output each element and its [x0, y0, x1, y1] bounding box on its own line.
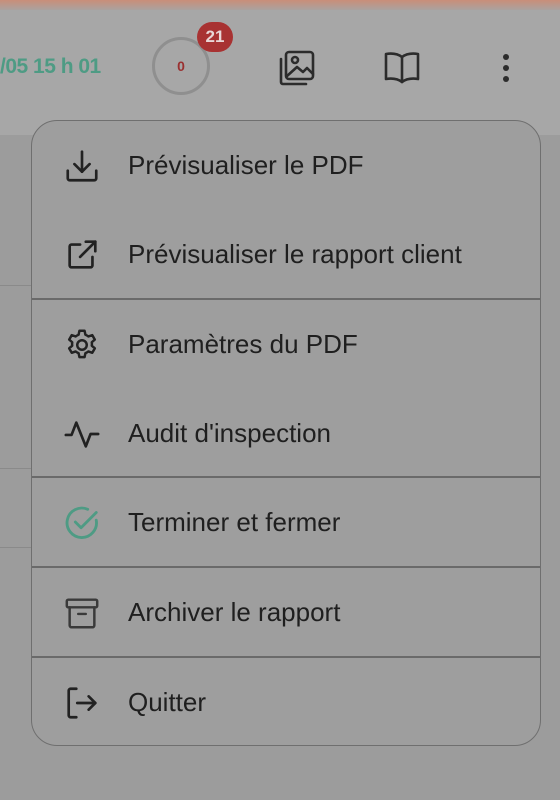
divider	[0, 547, 32, 548]
archive-icon	[62, 593, 102, 633]
progress-value: 0	[177, 58, 185, 74]
open-book-icon[interactable]	[382, 48, 422, 88]
external-link-icon	[62, 235, 102, 275]
menu-item-preview-pdf[interactable]: Prévisualiser le PDF	[32, 121, 540, 210]
gear-icon	[62, 325, 102, 365]
divider	[0, 468, 32, 469]
menu-item-label: Paramètres du PDF	[128, 329, 358, 359]
menu-item-label: Archiver le rapport	[128, 597, 341, 627]
check-circle-icon	[62, 503, 102, 543]
divider	[0, 285, 32, 286]
top-accent-strip	[0, 0, 560, 10]
menu-item-label: Prévisualiser le PDF	[128, 150, 364, 180]
top-bar: /05 15 h 01 0 21	[0, 0, 560, 135]
activity-icon	[62, 414, 102, 454]
logout-icon	[62, 683, 102, 723]
menu-item-preview-client-report[interactable]: Prévisualiser le rapport client	[32, 210, 540, 299]
timestamp-label: /05 15 h 01	[0, 55, 101, 78]
notification-count-badge: 21	[197, 22, 233, 52]
menu-item-pdf-settings[interactable]: Paramètres du PDF	[32, 300, 540, 389]
more-vertical-icon[interactable]	[486, 48, 526, 88]
menu-item-inspection-audit[interactable]: Audit d'inspection	[32, 389, 540, 478]
image-gallery-icon[interactable]	[277, 48, 317, 88]
menu-item-quit[interactable]: Quitter	[32, 658, 540, 745]
options-menu: Prévisualiser le PDF Prévisualiser le ra…	[31, 120, 541, 746]
menu-item-archive-report[interactable]: Archiver le rapport	[32, 568, 540, 657]
menu-item-finish-and-close[interactable]: Terminer et fermer	[32, 478, 540, 567]
menu-item-label: Audit d'inspection	[128, 418, 331, 448]
download-icon	[62, 146, 102, 186]
menu-item-label: Quitter	[128, 687, 207, 717]
menu-item-label: Prévisualiser le rapport client	[128, 239, 462, 269]
menu-item-label: Terminer et fermer	[128, 507, 341, 537]
